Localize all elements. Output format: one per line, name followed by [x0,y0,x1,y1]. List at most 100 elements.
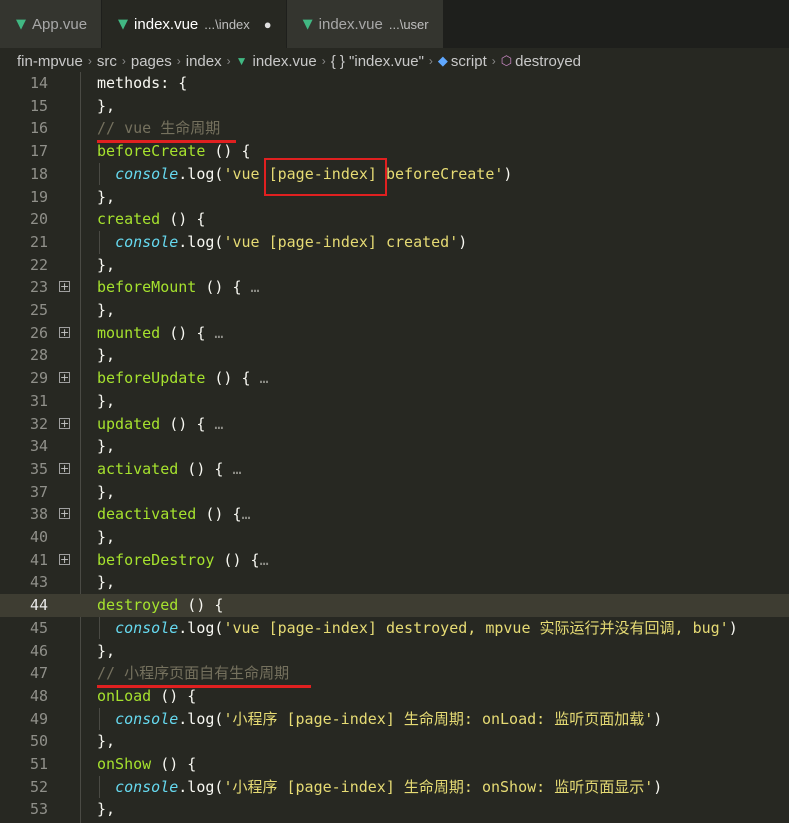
code-line[interactable]: 14 methods: { [0,72,789,95]
code-text[interactable]: onShow () { [97,753,196,776]
code-line[interactable]: 15}, [0,95,789,118]
fold-expand-icon[interactable]: + [59,417,70,429]
code-line[interactable]: 21 console.log('vue [page-index] created… [0,230,789,254]
code-line[interactable]: 53}, [0,798,789,821]
breadcrumb-item-root[interactable]: fin-mpvue [17,53,83,70]
code-line[interactable]: 40}, [0,526,789,549]
line-number: 15 [29,96,48,115]
code-line[interactable]: 51 onShow () { [0,753,789,776]
code-text[interactable]: console.log('小程序 [page-index] 生命周期: onLo… [97,708,662,731]
code-text[interactable]: // vue 生命周期 [97,117,220,140]
fold-expand-icon[interactable]: + [59,553,70,565]
fold-expand-icon[interactable]: + [59,281,70,293]
code-line[interactable]: 18 console.log('vue [page-index] beforeC… [0,162,789,186]
code-line[interactable]: 22}, [0,254,789,277]
code-text[interactable]: }, [97,571,115,594]
code-line[interactable]: 48 onLoad () { [0,685,789,708]
code-line[interactable]: 46}, [0,640,789,663]
code-line[interactable]: 20 created () { [0,208,789,231]
code-text[interactable]: methods: { [97,72,187,95]
code-line[interactable]: 16 // vue 生命周期 [0,117,789,140]
fold-expand-icon[interactable]: + [59,372,70,384]
code-text[interactable]: destroyed () { [97,594,223,617]
code-text[interactable]: }, [97,526,115,549]
code-text[interactable]: }, [97,390,115,413]
line-number: 52 [29,777,48,796]
code-text[interactable]: }, [97,640,115,663]
code-line[interactable]: 17 beforeCreate () { [0,140,789,163]
code-line[interactable]: 25}, [0,299,789,322]
breadcrumb-item-index[interactable]: index [186,53,222,70]
code-text[interactable]: activated () { … [97,458,242,481]
code-text[interactable]: created () { [97,208,205,231]
code-line[interactable]: 35 + activated () { … [0,458,789,481]
code-line[interactable]: 28}, [0,344,789,367]
code-editor[interactable]: 14 methods: {15}, 16// vue 生命周期 17 beforeCre… [0,72,789,823]
code-text[interactable]: }, [97,798,115,821]
code-text[interactable]: }, [97,254,115,277]
tab-app-vue[interactable]: ▼ App.vue [0,0,103,48]
code-line[interactable]: 50}, [0,730,789,753]
code-text[interactable]: }, [97,186,115,209]
breadcrumb-item-destroyed[interactable]: destroyed [515,53,581,70]
breadcrumb-item-module[interactable]: { } "index.vue" [331,53,424,70]
code-text[interactable]: beforeDestroy () {… [97,549,269,572]
code-text[interactable]: console.log('vue [page-index] destroyed,… [97,617,738,640]
code-text[interactable]: }, [97,481,115,504]
fold-expand-icon[interactable]: + [59,508,70,520]
code-text[interactable]: }, [97,730,115,753]
tab-path-hint: ...\index [204,16,250,32]
method-icon: ⬡ [500,53,513,68]
code-text[interactable]: beforeMount () { … [97,276,260,299]
code-text[interactable]: }, [97,435,115,458]
code-text[interactable]: console.log('vue [page-index] created') [97,231,467,254]
code-text[interactable]: }, [97,299,115,322]
code-line[interactable]: 19}, [0,186,789,209]
code-line[interactable]: 26 + mounted () { … [0,322,789,345]
code-text[interactable]: beforeUpdate () { … [97,367,269,390]
line-number: 16 [29,119,48,138]
line-number: 48 [29,686,48,705]
fold-expand-icon[interactable]: + [59,326,70,338]
code-text[interactable]: // 小程序页面自有生命周期 [97,662,289,685]
code-line[interactable]: 38 + deactivated () {… [0,503,789,526]
code-text[interactable]: deactivated () {… [97,503,251,526]
code-line[interactable]: 43}, [0,571,789,594]
breadcrumb-item-file[interactable]: index.vue [252,53,316,70]
line-number: 35 [29,459,48,478]
tab-label: index.vue [134,15,199,33]
code-line[interactable]: 37}, [0,481,789,504]
line-number: 44 [29,596,48,615]
code-line[interactable]: 52 console.log('小程序 [page-index] 生命周期: o… [0,775,789,799]
code-text[interactable]: }, [97,95,115,118]
code-line[interactable]: 32 + updated () { … [0,413,789,436]
line-number: 51 [29,755,48,773]
code-line[interactable]: 49 console.log('小程序 [page-index] 生命周期: o… [0,707,789,731]
code-text[interactable]: updated () { … [97,413,223,436]
code-line[interactable]: 47 // 小程序页面自有生命周期 [0,662,789,685]
code-line[interactable]: 41 + beforeDestroy () {… [0,549,789,572]
chevron-right-icon: › [491,54,496,68]
code-text[interactable]: mounted () { … [97,322,223,345]
breadcrumb-item-script[interactable]: script [451,53,487,70]
code-line[interactable]: 44 destroyed () { [0,594,789,617]
code-text[interactable]: console.log('小程序 [page-index] 生命周期: onSh… [97,776,662,799]
fold-expand-icon[interactable]: + [59,462,70,474]
code-text[interactable]: beforeCreate () { [97,140,251,163]
breadcrumb-item-src[interactable]: src [97,53,117,70]
chevron-right-icon: › [321,54,326,68]
breadcrumb-item-pages[interactable]: pages [131,53,172,70]
code-line[interactable]: 31}, [0,390,789,413]
code-text[interactable]: }, [97,344,115,367]
code-line[interactable]: 45 console.log('vue [page-index] destroy… [0,616,789,640]
tab-index-vue-index[interactable]: ▼ index.vue ...\index ● [102,0,287,48]
unsaved-dot-icon[interactable]: ● [264,17,272,32]
code-line[interactable]: 29 + beforeUpdate () { … [0,367,789,390]
tab-index-vue-user[interactable]: ▼ index.vue ...\user [286,0,444,48]
vue-file-icon: ▼ [302,16,313,32]
code-line[interactable]: 34}, [0,435,789,458]
code-text[interactable]: onLoad () { [97,685,196,708]
editor-tab-bar: ▼ App.vue ▼ index.vue ...\index ● ▼ inde… [0,0,789,48]
chevron-right-icon: › [428,54,433,68]
code-line[interactable]: 23 + beforeMount () { … [0,276,789,299]
